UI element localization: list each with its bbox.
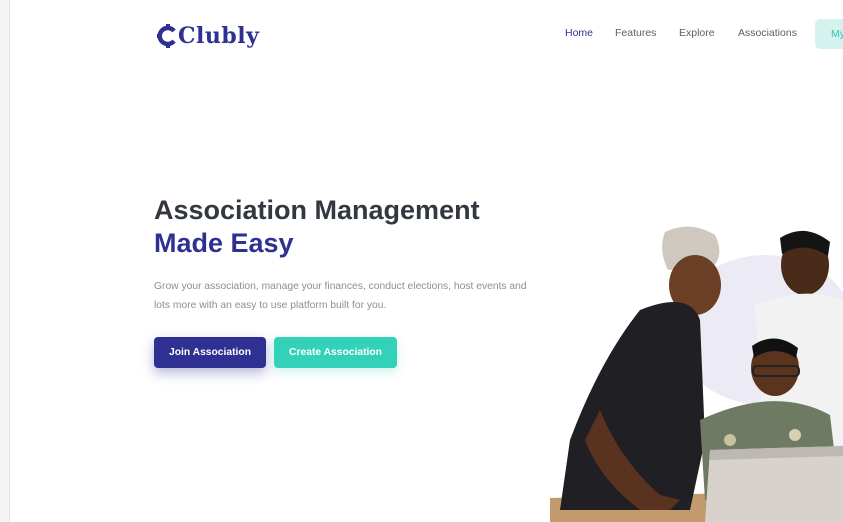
nav-explore[interactable]: Explore	[679, 27, 715, 39]
my-account-button[interactable]: My	[815, 19, 843, 49]
hero-title-line2: Made Easy	[154, 228, 294, 258]
brand-name: Clubly	[178, 23, 260, 49]
create-association-button[interactable]: Create Association	[274, 337, 397, 368]
clubly-logo-icon	[157, 24, 176, 48]
brand-logo[interactable]: Clubly	[157, 21, 259, 51]
left-rail	[0, 0, 10, 522]
hero-title-line1: Association Management	[154, 195, 480, 225]
nav-home[interactable]: Home	[565, 27, 593, 39]
hero-subtitle: Grow your association, manage your finan…	[154, 281, 527, 311]
nav-associations[interactable]: Associations	[738, 27, 797, 39]
hero-photo	[540, 210, 843, 522]
hero-title: Association Management Made Easy	[154, 194, 574, 260]
join-association-button[interactable]: Join Association	[154, 337, 266, 368]
nav-features[interactable]: Features	[615, 27, 656, 39]
